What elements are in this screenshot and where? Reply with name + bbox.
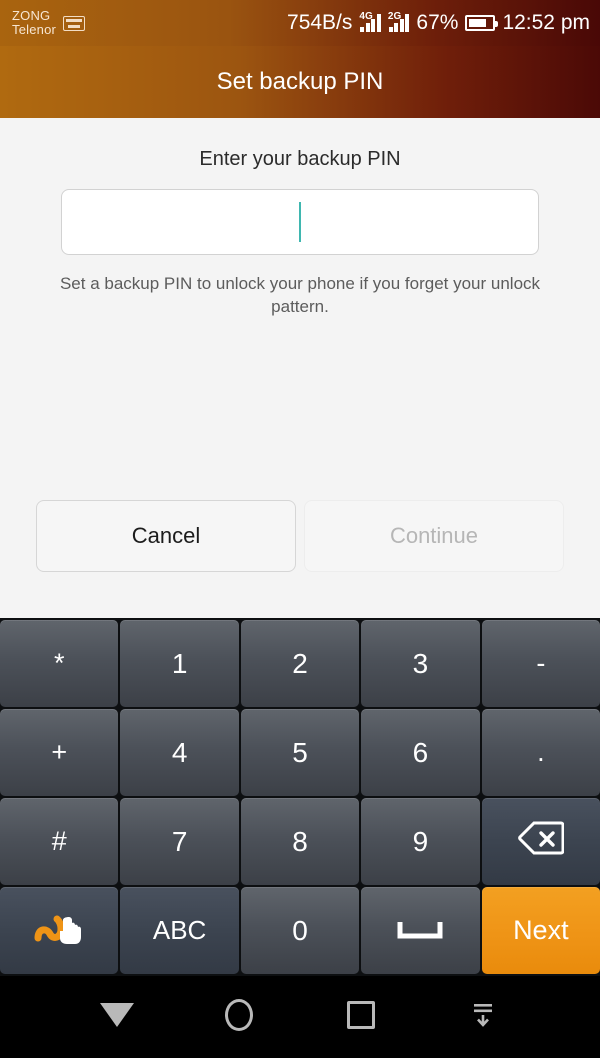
back-icon[interactable]	[87, 985, 147, 1045]
key-9[interactable]: 9	[361, 798, 480, 885]
space-icon	[397, 915, 443, 947]
carrier-names: ZONG Telenor	[12, 9, 56, 36]
key-label: 8	[292, 825, 308, 857]
phone-screen: ZONG Telenor 754B/s 4G 2G 67% 12:52 pm S…	[0, 0, 600, 1058]
hide-keyboard-icon[interactable]	[453, 985, 513, 1045]
network-speed: 754B/s	[287, 11, 353, 34]
pin-hint-text: Set a backup PIN to unlock your phone if…	[59, 274, 541, 316]
key-label: Next	[513, 915, 569, 945]
key-4[interactable]: 4	[120, 709, 239, 796]
carrier-block: ZONG Telenor	[12, 9, 86, 36]
key-label: ABC	[152, 915, 207, 945]
content-area: Enter your backup PIN Set a backup PIN t…	[0, 118, 600, 618]
key-asterisk[interactable]: *	[0, 620, 119, 707]
signal-4g-icon: 4G	[359, 11, 381, 32]
key-label: 5	[292, 736, 308, 768]
key-space[interactable]	[361, 887, 480, 974]
keyboard-row: * 1 2 3 -	[0, 620, 600, 709]
carrier-secondary: Telenor	[12, 22, 57, 37]
home-icon[interactable]	[209, 985, 269, 1045]
key-next[interactable]: Next	[481, 887, 600, 974]
key-label: 2	[292, 647, 308, 679]
key-6[interactable]: 6	[361, 709, 480, 796]
key-2[interactable]: 2	[240, 620, 360, 707]
key-5[interactable]: 5	[240, 709, 360, 796]
key-hyphen[interactable]: -	[481, 620, 600, 707]
key-label: 6	[412, 736, 429, 768]
backspace-icon	[517, 821, 565, 862]
continue-button: Continue	[304, 500, 564, 572]
key-plus[interactable]: +	[0, 709, 119, 796]
carrier-primary: ZONG	[12, 8, 51, 24]
key-period[interactable]: .	[481, 709, 600, 796]
status-bar: ZONG Telenor 754B/s 4G 2G 67% 12:52 pm	[0, 0, 600, 46]
keyboard-row: +4 5 6.	[0, 709, 600, 798]
text-caret	[299, 202, 301, 242]
key-7[interactable]: 7	[120, 798, 239, 885]
key-8[interactable]: 8	[240, 798, 360, 885]
key-abc[interactable]: ABC	[120, 887, 239, 974]
key-1[interactable]: 1	[120, 620, 239, 707]
key-swipe-input[interactable]	[0, 887, 119, 974]
key-label: +	[51, 737, 68, 767]
recents-icon[interactable]	[331, 985, 391, 1045]
action-buttons: Cancel Continue	[0, 500, 600, 572]
keyboard-row: ABC 0 Next	[0, 887, 600, 976]
pin-prompt-label: Enter your backup PIN	[199, 148, 401, 170]
pin-input[interactable]	[61, 189, 539, 255]
key-label: -	[536, 648, 546, 678]
clock: 12:52 pm	[502, 11, 590, 34]
key-label: 1	[171, 647, 188, 679]
key-label: 3	[412, 647, 429, 679]
key-label: 9	[412, 825, 429, 857]
signal-2g-label: 2G	[387, 11, 402, 22]
key-backspace[interactable]	[481, 798, 600, 885]
signal-2g-icon: 2G	[387, 11, 410, 32]
key-label: .	[537, 737, 545, 767]
status-indicators: 754B/s 4G 2G 67% 12:52 pm	[287, 11, 590, 35]
page-title: Set backup PIN	[216, 68, 384, 95]
key-label: *	[53, 648, 65, 678]
title-bar: Set backup PIN	[0, 46, 600, 118]
key-label: 0	[292, 914, 308, 946]
swipe-gesture-icon	[33, 907, 85, 954]
keyboard-icon	[63, 15, 86, 31]
key-hash[interactable]: #	[0, 798, 119, 885]
key-0[interactable]: 0	[240, 887, 360, 974]
keyboard-row: #7 8 9	[0, 798, 600, 887]
battery-percent: 67%	[416, 11, 459, 34]
key-3[interactable]: 3	[361, 620, 480, 707]
key-label: 7	[171, 825, 188, 857]
key-label: 4	[171, 736, 188, 768]
navigation-bar	[0, 976, 600, 1054]
key-label: #	[51, 826, 67, 856]
battery-icon	[465, 15, 499, 31]
cancel-button[interactable]: Cancel	[36, 500, 296, 572]
signal-4g-label: 4G	[359, 11, 373, 22]
on-screen-keyboard: * 1 2 3 - +4 5 6. #7 8 9 ABC 0 Next	[0, 618, 600, 976]
